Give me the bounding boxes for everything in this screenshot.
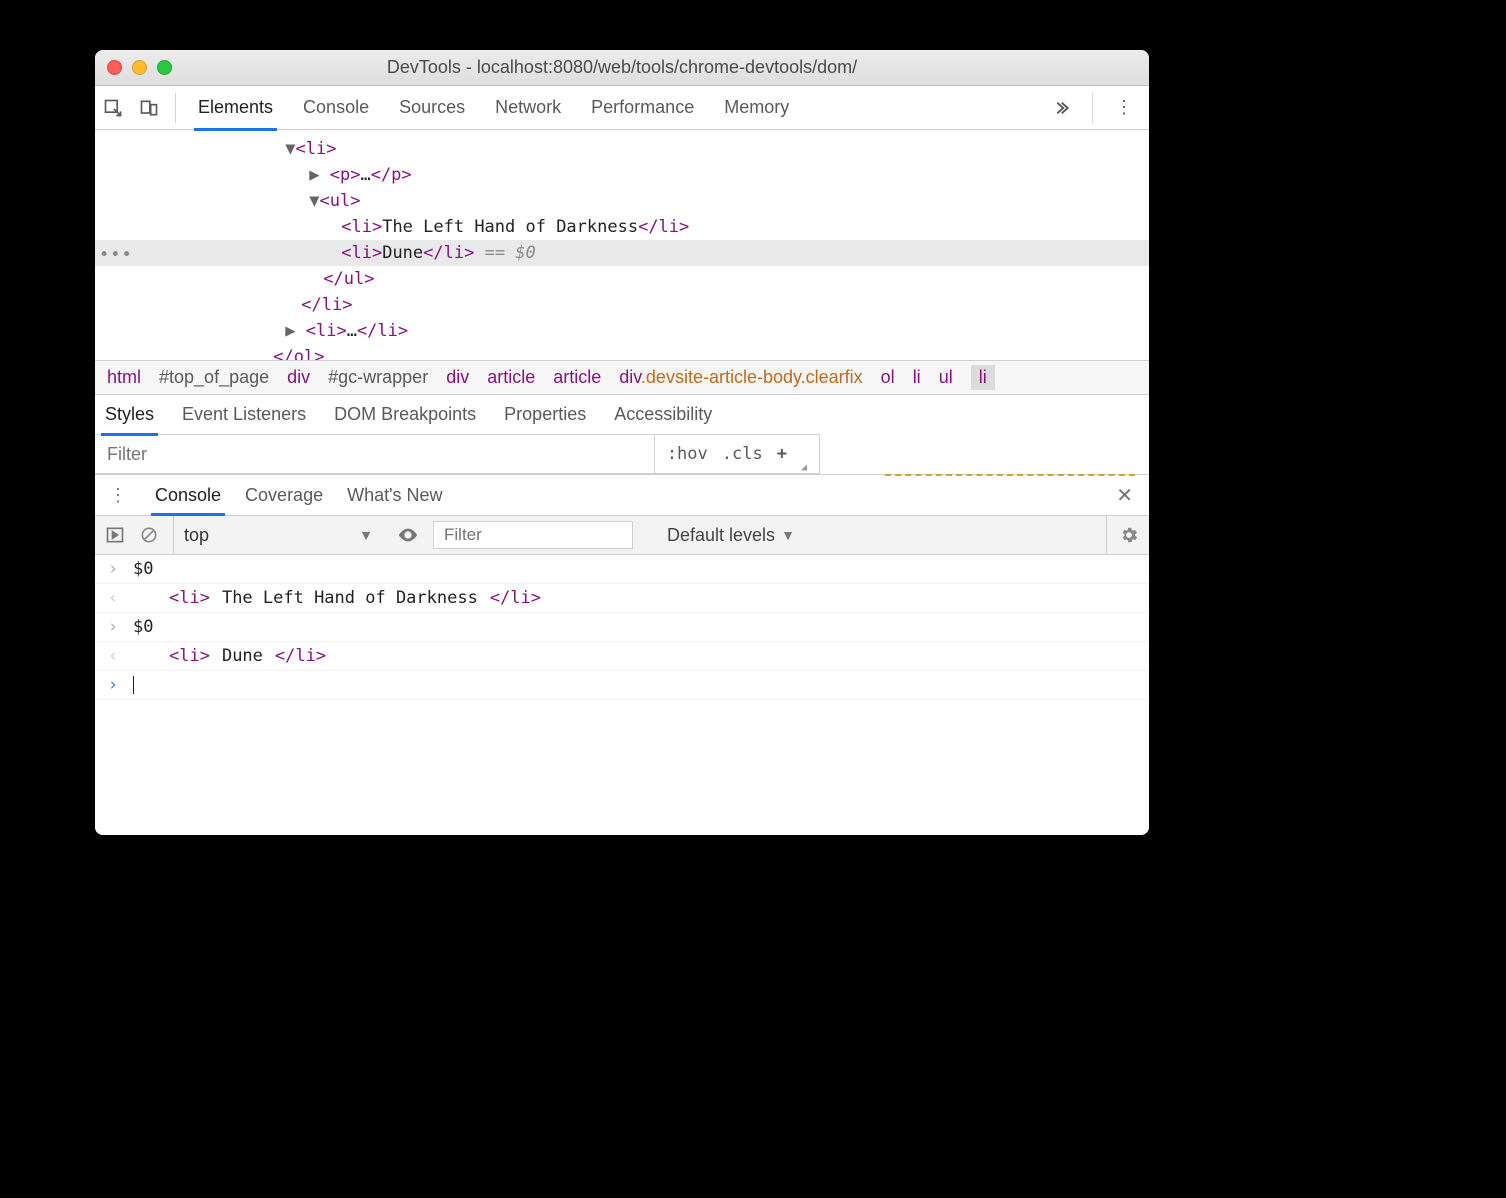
device-toolbar-icon[interactable] (131, 90, 167, 126)
console-output[interactable]: ›$0›<li>The Left Hand of Darkness</li>›$… (95, 555, 1149, 835)
execution-context-label: top (184, 525, 209, 546)
tab-network[interactable]: Network (495, 86, 561, 130)
resize-handle-icon[interactable]: ◢ (801, 462, 807, 473)
tab-memory[interactable]: Memory (724, 86, 789, 130)
close-drawer-icon[interactable]: ✕ (1110, 483, 1139, 508)
drawer-tab-console[interactable]: Console (155, 475, 221, 515)
subtab-properties[interactable]: Properties (504, 395, 586, 435)
dom-node[interactable]: ••• <li>Dune</li> == $0 (95, 240, 1149, 266)
styles-filter[interactable] (95, 435, 654, 473)
breadcrumb-item[interactable]: article (553, 367, 601, 388)
main-tabs: Elements Console Sources Network Performance… (198, 86, 1038, 130)
console-entry[interactable]: ›<li>Dune</li> (95, 642, 1149, 671)
log-levels-select[interactable]: Default levels ▼ (667, 525, 795, 546)
chevron-down-icon: ▼ (781, 527, 795, 543)
styles-right-pane (819, 434, 1149, 474)
toggle-class-button[interactable]: .cls (722, 444, 763, 464)
styles-filter-input[interactable] (105, 443, 644, 466)
breadcrumb-item[interactable]: li (971, 365, 995, 390)
window-title: DevTools - localhost:8080/web/tools/chro… (95, 57, 1149, 78)
subtab-event-listeners[interactable]: Event Listeners (182, 395, 306, 435)
subtab-accessibility[interactable]: Accessibility (614, 395, 712, 435)
devtools-window: DevTools - localhost:8080/web/tools/chro… (95, 50, 1149, 835)
breadcrumb-item[interactable]: div (446, 367, 469, 388)
console-entry[interactable]: ›$0 (95, 613, 1149, 642)
main-tab-bar: Elements Console Sources Network Performance… (95, 86, 1149, 130)
subtab-styles[interactable]: Styles (105, 395, 154, 435)
new-style-rule-icon[interactable]: + (777, 444, 787, 464)
tab-console[interactable]: Console (303, 86, 369, 130)
tab-performance[interactable]: Performance (591, 86, 694, 130)
breadcrumb-item[interactable]: ul (939, 367, 953, 388)
live-expression-icon[interactable] (397, 524, 419, 546)
styles-toolbar: :hov .cls + ◢ (95, 434, 819, 474)
title-bar: DevTools - localhost:8080/web/tools/chro… (95, 50, 1149, 86)
console-filter[interactable] (433, 521, 633, 549)
dom-node[interactable]: ▼<ul> (95, 188, 1149, 214)
drawer-tab-coverage[interactable]: Coverage (245, 475, 323, 515)
execute-icon[interactable] (105, 525, 125, 545)
breadcrumb-item[interactable]: html (107, 367, 141, 388)
console-entry[interactable]: ›<li>The Left Hand of Darkness</li> (95, 584, 1149, 613)
console-entry[interactable]: ›$0 (95, 555, 1149, 584)
dom-node[interactable]: </ol> (95, 344, 1149, 360)
dom-node[interactable]: </li> (95, 292, 1149, 318)
tab-sources[interactable]: Sources (399, 86, 465, 130)
console-toolbar: top ▼ Default levels ▼ (95, 515, 1149, 555)
subtab-dom-breakpoints[interactable]: DOM Breakpoints (334, 395, 476, 435)
separator (175, 93, 176, 123)
drawer: ⋮ Console Coverage What's New ✕ top ▼ (95, 474, 1149, 835)
dom-node[interactable]: <li>The Left Hand of Darkness</li> (95, 214, 1149, 240)
sidebar-sub-tabs: Styles Event Listeners DOM Breakpoints Prop… (95, 394, 1149, 434)
breadcrumb-item[interactable]: #top_of_page (159, 367, 269, 388)
dom-node[interactable]: </ul> (95, 266, 1149, 292)
drawer-menu-icon[interactable]: ⋮ (105, 485, 133, 506)
breadcrumb-item[interactable]: article (487, 367, 535, 388)
elements-dom-tree[interactable]: ▼<li> ▶ <p>…</p> ▼<ul> <li>The Left Hand… (95, 130, 1149, 360)
console-prompt[interactable]: › (95, 671, 1149, 700)
highlight-dashed (885, 474, 1135, 478)
execution-context-select[interactable]: top ▼ (173, 516, 383, 554)
dom-node[interactable]: ▼<li> (95, 136, 1149, 162)
dom-breadcrumbs[interactable]: html #top_of_page div #gc-wrapper div article… (95, 360, 1149, 394)
breadcrumb-item[interactable]: div (287, 367, 310, 388)
toggle-hover-button[interactable]: :hov (667, 444, 708, 464)
chevron-down-icon: ▼ (359, 527, 373, 543)
drawer-tabs: Console Coverage What's New (155, 475, 443, 515)
breadcrumb-item[interactable]: li (913, 367, 921, 388)
separator (1092, 93, 1093, 123)
settings-menu-icon[interactable]: ⋮ (1101, 97, 1149, 118)
breadcrumb-item[interactable]: ol (881, 367, 895, 388)
dom-node[interactable]: ▶ <li>…</li> (95, 318, 1149, 344)
inspect-element-icon[interactable] (95, 90, 131, 126)
breadcrumb-item[interactable]: #gc-wrapper (328, 367, 428, 388)
more-tabs-icon[interactable] (1038, 99, 1084, 117)
drawer-tab-bar: ⋮ Console Coverage What's New ✕ (95, 475, 1149, 515)
styles-controls: :hov .cls + ◢ (654, 435, 819, 473)
dom-node[interactable]: ▶ <p>…</p> (95, 162, 1149, 188)
console-filter-input[interactable] (442, 524, 624, 546)
drawer-tab-what-s-new[interactable]: What's New (347, 475, 442, 515)
clear-console-icon[interactable] (139, 525, 159, 545)
log-levels-label: Default levels (667, 525, 775, 546)
styles-pane: :hov .cls + ◢ (95, 434, 1149, 474)
breadcrumb-item[interactable]: div.devsite-article-body.clearfix (619, 367, 862, 388)
tab-elements[interactable]: Elements (198, 86, 273, 130)
console-settings-icon[interactable] (1106, 516, 1139, 554)
